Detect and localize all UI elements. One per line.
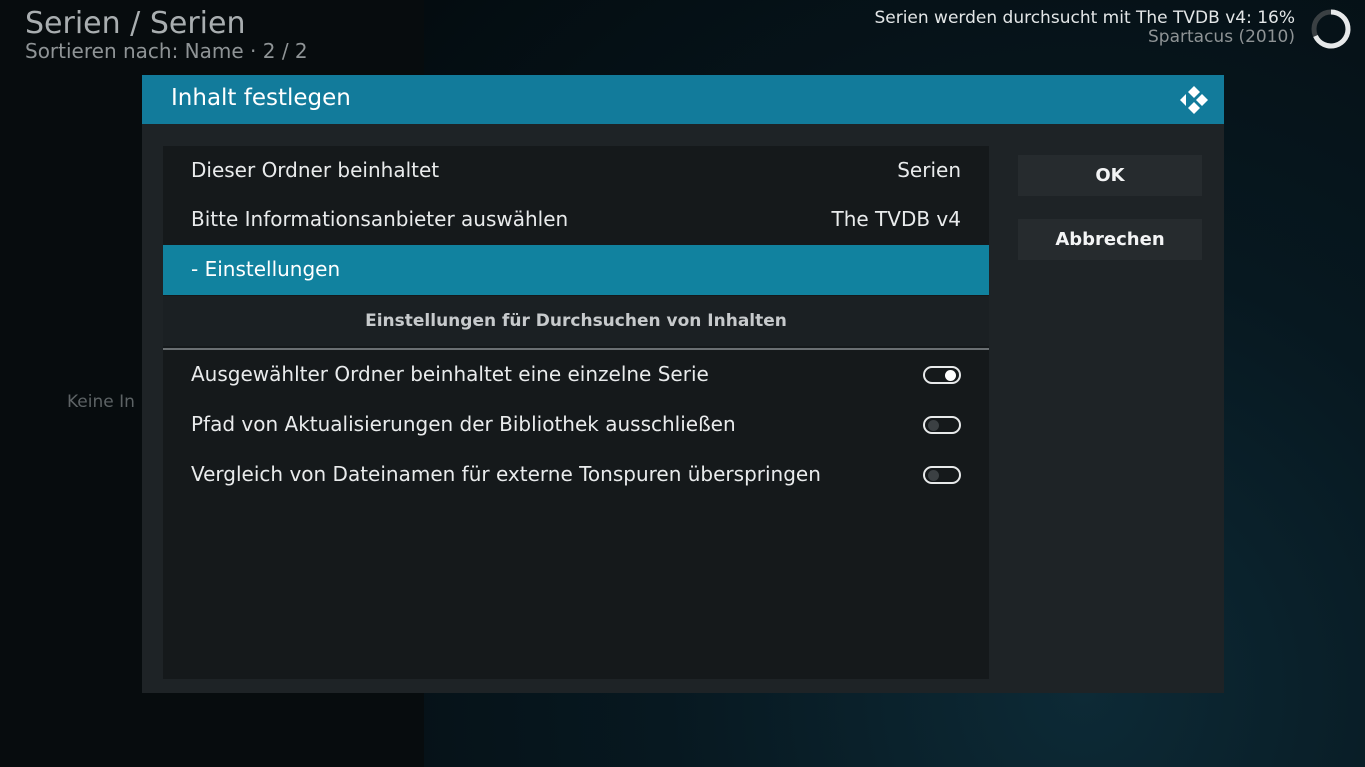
kodi-logo-icon	[1180, 86, 1208, 114]
toggle-label: Pfad von Aktualisierungen der Bibliothek…	[191, 412, 736, 436]
section-header: Einstellungen für Durchsuchen von Inhalt…	[163, 296, 989, 346]
toggle-switch[interactable]	[923, 366, 961, 384]
empty-info-text: Keine In	[67, 392, 135, 412]
toggle-label: Ausgewählter Ordner beinhaltet eine einz…	[191, 362, 709, 386]
content-type-row[interactable]: Dieser Ordner beinhaltet Serien	[163, 146, 989, 196]
sort-info: Sortieren nach: Name · 2 / 2	[25, 39, 308, 63]
info-provider-value: The TVDB v4	[831, 207, 962, 231]
toggle-knob	[928, 420, 939, 431]
dialog-title: Inhalt festlegen	[171, 85, 351, 111]
busy-spinner-icon	[1311, 9, 1351, 49]
info-provider-row[interactable]: Bitte Informationsanbieter auswählen The…	[163, 195, 989, 245]
content-type-value: Serien	[897, 158, 961, 182]
page-title: Serien / Serien	[25, 6, 246, 41]
settings-list: Dieser Ordner beinhaltet Serien Bitte In…	[163, 146, 989, 679]
settings-label: - Einstellungen	[191, 257, 341, 281]
toggle-switch[interactable]	[923, 466, 961, 484]
ok-button[interactable]: OK	[1018, 155, 1202, 196]
toggle-switch[interactable]	[923, 416, 961, 434]
toggle-knob	[945, 370, 956, 381]
set-content-dialog: Inhalt festlegen Dieser Ordner beinhalte…	[142, 75, 1224, 693]
cancel-button[interactable]: Abbrechen	[1018, 219, 1202, 260]
section-title: Einstellungen für Durchsuchen von Inhalt…	[365, 311, 787, 331]
toggle-knob	[928, 470, 939, 481]
toggle-row-single-series[interactable]: Ausgewählter Ordner beinhaltet eine einz…	[163, 350, 989, 400]
dialog-header: Inhalt festlegen	[142, 75, 1224, 124]
toggle-row-exclude-path[interactable]: Pfad von Aktualisierungen der Bibliothek…	[163, 400, 989, 450]
toggle-label: Vergleich von Dateinamen für externe Ton…	[191, 462, 821, 486]
scan-status-text: Serien werden durchsucht mit The TVDB v4…	[874, 8, 1295, 28]
info-provider-label: Bitte Informationsanbieter auswählen	[191, 207, 569, 231]
toggle-row-skip-audio-match[interactable]: Vergleich von Dateinamen für externe Ton…	[163, 450, 989, 500]
settings-row[interactable]: - Einstellungen	[163, 245, 989, 295]
scan-current-item: Spartacus (2010)	[1148, 27, 1295, 47]
content-type-label: Dieser Ordner beinhaltet	[191, 158, 440, 182]
